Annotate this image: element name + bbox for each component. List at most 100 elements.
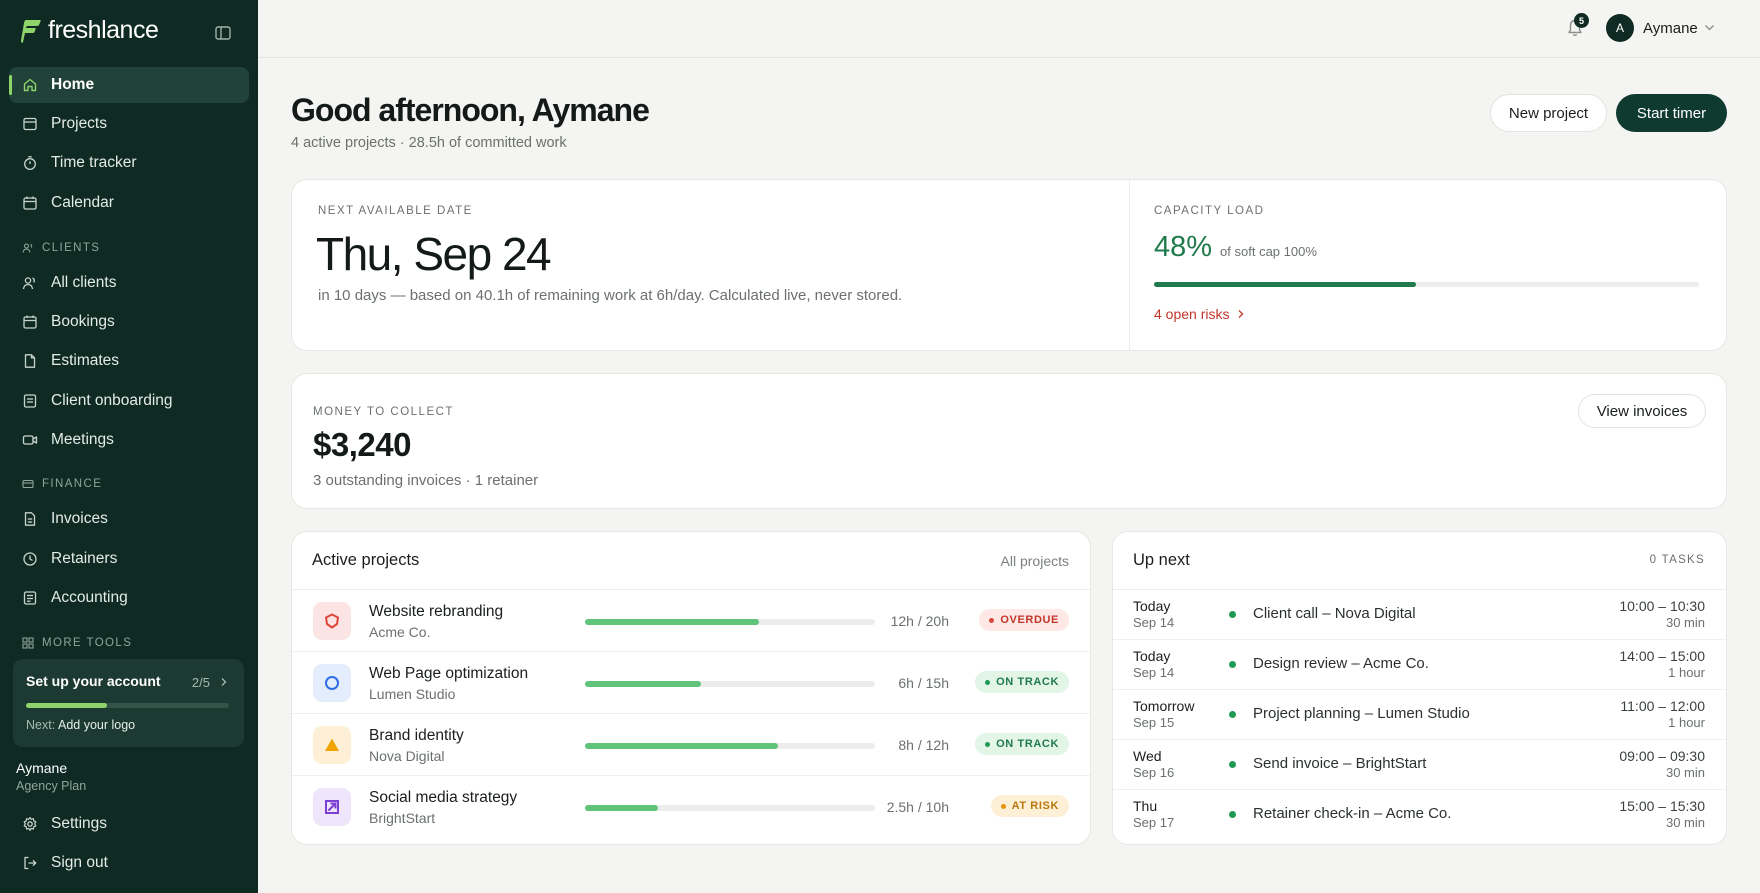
project-progress-bar [585, 681, 875, 687]
task-date: Sep 17 [1133, 815, 1175, 830]
setup-progress-count: 2/5 [191, 675, 210, 690]
sidebar-item-sign-out[interactable]: Sign out [9, 845, 249, 881]
project-icon [313, 664, 351, 702]
sidebar-item-time-tracker[interactable]: Time tracker [9, 145, 249, 181]
project-progress-fill [585, 805, 658, 811]
project-hours: 6h / 15h [898, 675, 949, 691]
sidebar-item-retainers[interactable]: Retainers [9, 541, 249, 577]
capacity-panel: CAPACITY LOAD 48% of soft cap 100% 4 ope… [1129, 180, 1726, 350]
capacity-bar-fill [1154, 282, 1416, 287]
bookings-icon [23, 315, 37, 329]
panel-title: Up next [1133, 551, 1190, 569]
sidebar-item-invoices[interactable]: Invoices [9, 501, 249, 537]
task-status-dot [1229, 611, 1236, 618]
grid-icon [22, 637, 34, 649]
money-note: 3 outstanding invoices · 1 retainer [313, 472, 539, 489]
sidebar-item-label: Client onboarding [51, 392, 173, 409]
avatar[interactable]: A [1606, 14, 1634, 42]
open-risks-link[interactable]: 4 open risks [1154, 306, 1245, 322]
status-badge: ON TRACK [975, 671, 1069, 693]
task-time: 10:00 – 10:30 [1619, 598, 1705, 614]
new-project-button[interactable]: New project [1490, 94, 1607, 132]
task-day: Thu [1133, 798, 1158, 814]
sidebar-item-estimates[interactable]: Estimates [9, 343, 249, 379]
availability-card: NEXT AVAILABLE DATE Thu, Sep 24 in 10 da… [291, 179, 1727, 351]
sidebar-item-settings[interactable]: Settings [9, 806, 249, 842]
project-progress-bar [585, 805, 875, 811]
project-name: Brand identity [369, 727, 464, 744]
task-duration: 1 hour [1668, 665, 1705, 680]
sidebar-collapse-icon[interactable] [214, 24, 232, 42]
projects-icon [23, 117, 37, 131]
project-icon [313, 788, 351, 826]
project-name: Web Page optimization [369, 665, 529, 682]
task-title: Send invoice – BrightStart [1253, 755, 1427, 772]
all-projects-link[interactable]: All projects [1001, 553, 1069, 569]
project-client: BrightStart [369, 810, 436, 826]
sidebar-item-label: Projects [51, 115, 107, 132]
task-duration: 30 min [1665, 765, 1705, 780]
triangle-icon [325, 738, 339, 751]
task-row[interactable]: Tomorrow Sep 15 Project planning – Lumen… [1113, 690, 1726, 740]
clients-section-icon [22, 243, 33, 253]
sidebar-item-projects[interactable]: Projects [9, 106, 249, 142]
sidebar-item-label: Sign out [51, 854, 108, 871]
availability-note: in 10 days — based on 40.1h of remaining… [318, 287, 903, 304]
sidebar: freshlance Home Projects Time tracker Ca… [0, 0, 258, 893]
task-duration: 1 hour [1668, 715, 1705, 730]
brand-logo[interactable]: freshlance [20, 16, 159, 45]
page-title: Good afternoon, Aymane [291, 92, 650, 128]
sidebar-item-calendar[interactable]: Calendar [9, 185, 249, 221]
chevron-down-icon[interactable] [1704, 24, 1715, 32]
capacity-label: CAPACITY LOAD [1154, 205, 1265, 217]
task-title: Design review – Acme Co. [1253, 655, 1429, 672]
project-client: Nova Digital [369, 748, 445, 764]
task-row[interactable]: Thu Sep 17 Retainer check-in – Acme Co. … [1113, 790, 1726, 840]
project-progress-bar [585, 619, 875, 625]
task-time: 11:00 – 12:00 [1620, 698, 1705, 714]
sidebar-item-label: Accounting [51, 589, 128, 606]
view-invoices-button[interactable]: View invoices [1578, 394, 1706, 428]
task-day: Today [1133, 598, 1171, 614]
project-name: Website rebranding [369, 603, 504, 620]
project-client: Lumen Studio [369, 686, 456, 702]
ledger-icon [23, 591, 37, 605]
next-available-date: Thu, Sep 24 [316, 228, 552, 280]
task-row[interactable]: Today Sep 14 Design review – Acme Co. 14… [1113, 640, 1726, 690]
sidebar-item-home[interactable]: Home [9, 67, 249, 103]
sign-out-icon [24, 856, 37, 870]
project-row[interactable]: Social media strategy BrightStart 2.5h /… [292, 776, 1090, 838]
sidebar-item-label: Bookings [51, 313, 115, 330]
project-row[interactable]: Website rebranding Acme Co. 12h / 20h OV… [292, 590, 1090, 652]
project-hours: 8h / 12h [898, 737, 949, 753]
sidebar-item-bookings[interactable]: Bookings [9, 304, 249, 340]
circle-icon [325, 676, 339, 690]
video-icon [22, 435, 38, 445]
sidebar-item-accounting[interactable]: Accounting [9, 580, 249, 616]
start-timer-button[interactable]: Start timer [1616, 94, 1727, 132]
timer-icon [24, 156, 36, 170]
task-row[interactable]: Wed Sep 16 Send invoice – BrightStart 09… [1113, 740, 1726, 790]
money-label: MONEY TO COLLECT [313, 406, 454, 418]
capacity-percent: 48% [1154, 231, 1213, 263]
task-duration: 30 min [1665, 615, 1705, 630]
chevron-right-icon [1239, 310, 1244, 318]
project-row[interactable]: Web Page optimization Lumen Studio 6h / … [292, 652, 1090, 714]
task-row[interactable]: Today Sep 14 Client call – Nova Digital … [1113, 590, 1726, 640]
active-projects-panel: Active projects All projects Website reb… [291, 531, 1091, 845]
project-client: Acme Co. [369, 624, 431, 640]
money-amount: $3,240 [313, 426, 411, 463]
panel-header: Up next 0 TASKS [1113, 532, 1726, 590]
capacity-note: of soft cap 100% [1220, 244, 1317, 259]
task-duration: 30 min [1665, 815, 1705, 830]
project-row[interactable]: Brand identity Nova Digital 8h / 12h ON … [292, 714, 1090, 776]
sidebar-item-meetings[interactable]: Meetings [9, 422, 249, 458]
setup-next-step: Next: Add your logo [26, 718, 136, 732]
sidebar-item-client-onboarding[interactable]: Client onboarding [9, 383, 249, 419]
sidebar-item-all-clients[interactable]: All clients [9, 265, 249, 301]
setup-account-card[interactable]: Set up your account 2/5 Next: Add your l… [13, 659, 244, 747]
status-badge: OVERDUE [979, 609, 1069, 631]
brand-name: freshlance [48, 16, 159, 44]
status-badge: AT RISK [990, 795, 1069, 817]
account-menu-name[interactable]: Aymane [1643, 20, 1698, 37]
